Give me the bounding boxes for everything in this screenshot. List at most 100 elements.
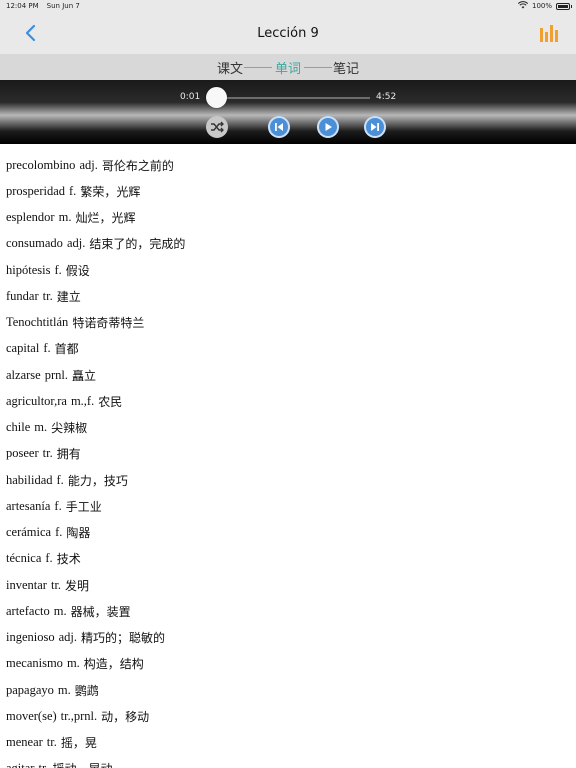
vocab-item[interactable]: artefacto m. 器械，装置 bbox=[0, 598, 576, 624]
status-bar: 12:04 PM Sun Jun 7 100% bbox=[0, 0, 576, 12]
vocab-item[interactable]: fundar tr. 建立 bbox=[0, 283, 576, 309]
vocab-word: agricultor,ra bbox=[6, 393, 67, 408]
vocab-item[interactable]: alzarse prnl. 矗立 bbox=[0, 362, 576, 388]
vocab-meaning: 器械，装置 bbox=[70, 604, 131, 619]
vocab-grammar: tr. bbox=[42, 288, 53, 303]
vocab-grammar: adj. bbox=[66, 236, 86, 251]
vocab-word: Tenochtitlán bbox=[6, 315, 69, 330]
vocab-meaning: 建立 bbox=[56, 289, 81, 304]
vocab-meaning: 摇，晃 bbox=[60, 736, 97, 751]
vocab-meaning: 动，移动 bbox=[101, 709, 150, 724]
tab-text[interactable]: 课文 bbox=[217, 56, 243, 79]
vocab-item[interactable]: mecanismo m. 构造，结构 bbox=[0, 651, 576, 677]
vocab-meaning: 手工业 bbox=[65, 499, 102, 514]
progress-thumb[interactable] bbox=[206, 87, 227, 108]
vocab-item[interactable]: consumado adj. 结束了的，完成的 bbox=[0, 231, 576, 257]
vocab-word: papagayo bbox=[6, 682, 54, 697]
tab-bar: 课文 单词 笔记 bbox=[0, 54, 576, 82]
play-icon bbox=[325, 123, 332, 131]
vocab-word: mecanismo bbox=[6, 656, 63, 671]
vocab-item[interactable]: chile m. 尖辣椒 bbox=[0, 415, 576, 441]
shuffle-icon bbox=[211, 121, 224, 133]
vocab-meaning: 发明 bbox=[65, 578, 90, 593]
vocab-word: alzarse bbox=[6, 367, 41, 382]
vocab-meaning: 鹦鹉 bbox=[74, 683, 99, 698]
vocab-meaning: 首都 bbox=[54, 342, 79, 357]
vocab-meaning: 结束了的，完成的 bbox=[89, 237, 186, 252]
vocab-meaning: 农民 bbox=[98, 394, 123, 409]
vocab-word: artefacto bbox=[6, 603, 50, 618]
status-time: 12:04 PM bbox=[6, 2, 39, 10]
vocab-item[interactable]: cerámica f. 陶器 bbox=[0, 520, 576, 546]
vocab-word: prosperidad bbox=[6, 183, 66, 198]
vocab-grammar: adj. bbox=[79, 157, 98, 172]
vocab-item[interactable]: inventar tr. 发明 bbox=[0, 572, 576, 598]
vocab-item[interactable]: capital f. 首都 bbox=[0, 336, 576, 362]
audio-player: 0:01 4:52 bbox=[0, 80, 576, 144]
vocab-item[interactable]: papagayo m. 鹦鹉 bbox=[0, 677, 576, 703]
battery-percent: 100% bbox=[531, 2, 552, 10]
bar-chart-icon bbox=[540, 25, 558, 42]
vocab-item[interactable]: menear tr. 摇，晃 bbox=[0, 730, 576, 756]
skip-previous-icon bbox=[275, 123, 283, 131]
page-title: Lección 9 bbox=[257, 25, 319, 41]
next-button[interactable] bbox=[364, 116, 386, 138]
vocab-word: precolombino bbox=[6, 157, 76, 172]
back-button[interactable] bbox=[18, 21, 42, 45]
vocab-grammar: f. bbox=[54, 498, 62, 513]
vocab-grammar: f. bbox=[55, 525, 63, 540]
tab-notes[interactable]: 笔记 bbox=[333, 56, 359, 79]
vocab-item[interactable]: prosperidad f. 繁荣，光辉 bbox=[0, 178, 576, 204]
vocab-item[interactable]: Tenochtitlán 特诺奇蒂特兰 bbox=[0, 310, 576, 336]
vocab-word: consumado bbox=[6, 236, 63, 251]
vocab-grammar: f. bbox=[69, 183, 77, 198]
vocab-word: fundar bbox=[6, 288, 39, 303]
vocab-meaning: 精巧的；聪敏的 bbox=[81, 631, 166, 646]
vocab-meaning: 技术 bbox=[56, 552, 81, 567]
vocab-item[interactable]: agitar tr. 摇动，晃动 bbox=[0, 756, 576, 768]
vocab-grammar: tr. bbox=[46, 735, 57, 750]
vocab-meaning: 摇动，晃动 bbox=[53, 760, 113, 768]
stats-button[interactable] bbox=[538, 22, 560, 44]
progress-track[interactable] bbox=[210, 97, 370, 99]
vocab-meaning: 陶器 bbox=[66, 526, 91, 541]
vocab-grammar: m. bbox=[53, 603, 67, 618]
vocab-item[interactable]: poseer tr. 拥有 bbox=[0, 441, 576, 467]
vocab-word: mover(se) bbox=[6, 708, 57, 723]
vocab-grammar: f. bbox=[43, 341, 51, 356]
vocab-grammar: adj. bbox=[58, 630, 78, 645]
vocab-word: inventar bbox=[6, 577, 47, 592]
vocab-meaning: 灿烂，光辉 bbox=[75, 211, 136, 226]
vocab-meaning: 假设 bbox=[65, 263, 90, 278]
vocab-word: chile bbox=[6, 420, 31, 435]
vocab-word: menear bbox=[6, 735, 43, 750]
vocab-grammar: m. bbox=[57, 682, 71, 697]
vocab-item[interactable]: habilidad f. 能力，技巧 bbox=[0, 467, 576, 493]
vocab-grammar: tr. bbox=[50, 577, 62, 592]
vocab-item[interactable]: hipótesis f. 假设 bbox=[0, 257, 576, 283]
vocab-meaning: 矗立 bbox=[71, 368, 96, 383]
vocab-grammar: f. bbox=[45, 551, 53, 566]
vocab-item[interactable]: esplendor m. 灿烂，光辉 bbox=[0, 205, 576, 231]
play-button[interactable] bbox=[317, 116, 339, 138]
skip-next-icon bbox=[371, 123, 379, 131]
battery-icon bbox=[556, 2, 572, 10]
wifi-icon bbox=[517, 1, 529, 11]
vocab-meaning: 哥伦布之前的 bbox=[101, 158, 174, 173]
vocab-grammar: f. bbox=[54, 262, 62, 277]
previous-button[interactable] bbox=[268, 116, 290, 138]
vocab-grammar: m. bbox=[66, 656, 80, 671]
vocabulary-list[interactable]: precolombino adj. 哥伦布之前的 prosperidad f. 繁荣，光辉… bbox=[0, 152, 576, 768]
vocab-item[interactable]: técnica f. 技术 bbox=[0, 546, 576, 572]
vocab-meaning: 构造，结构 bbox=[83, 657, 144, 672]
vocab-word: capital bbox=[6, 341, 40, 356]
vocab-item[interactable]: artesanía f. 手工业 bbox=[0, 493, 576, 519]
vocab-item[interactable]: mover(se) tr.,prnl. 动，移动 bbox=[0, 703, 576, 729]
tab-vocabulary[interactable]: 单词 bbox=[272, 56, 304, 82]
vocab-item[interactable]: agricultor,ra m.,f. 农民 bbox=[0, 388, 576, 414]
vocab-item[interactable]: ingenioso adj. 精巧的；聪敏的 bbox=[0, 625, 576, 651]
vocab-word: agitar bbox=[6, 761, 34, 768]
shuffle-button[interactable] bbox=[206, 116, 228, 138]
vocab-grammar: tr.,prnl. bbox=[60, 708, 98, 723]
vocab-item[interactable]: precolombino adj. 哥伦布之前的 bbox=[0, 152, 576, 178]
